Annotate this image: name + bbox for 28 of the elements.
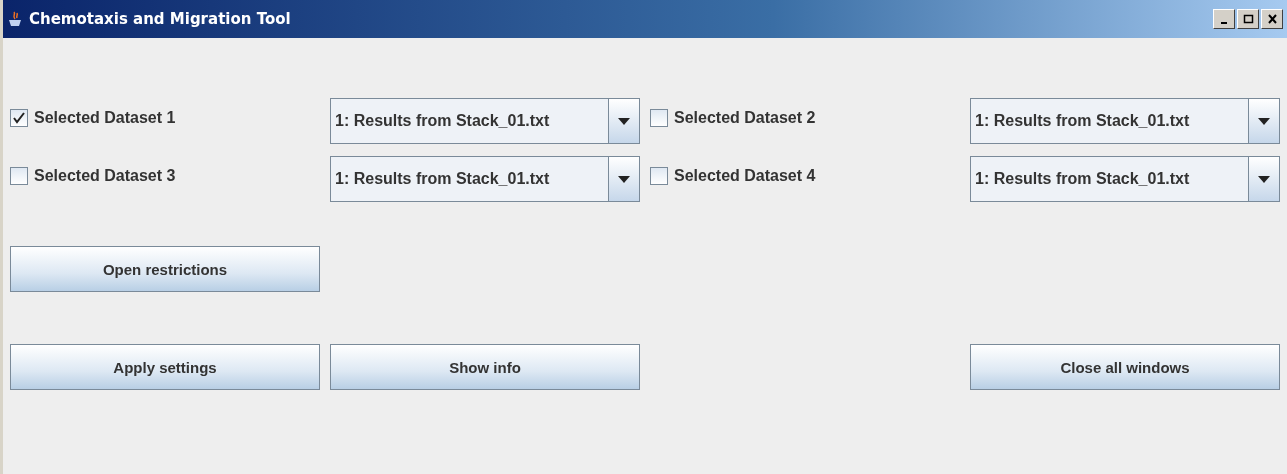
window-title: Chemotaxis and Migration Tool [29, 10, 292, 28]
open-restrictions-button[interactable]: Open restrictions [10, 246, 320, 292]
caret-icon [618, 175, 630, 183]
checkbox-label[interactable]: Selected Dataset 3 [34, 167, 176, 185]
dropdown[interactable]: 1: Results from Stack_01.txt [970, 98, 1280, 144]
dropdown[interactable]: 1: Results from Stack_01.txt [970, 156, 1280, 202]
maximize-icon [1242, 14, 1254, 24]
action-button[interactable]: Close all windows [970, 344, 1280, 390]
maximize-button[interactable] [1237, 9, 1259, 29]
dropdown[interactable]: 1: Results from Stack_01.txt [330, 98, 640, 144]
checkbox-label[interactable]: Selected Dataset 2 [674, 109, 816, 127]
checkbox-label[interactable]: Selected Dataset 1 [34, 109, 176, 127]
checkbox[interactable] [650, 167, 668, 185]
action-button[interactable]: Show info [330, 344, 640, 390]
caret-icon [1258, 117, 1270, 125]
checkbox[interactable] [10, 109, 28, 127]
checkbox-label[interactable]: Selected Dataset 4 [674, 167, 816, 185]
caret-icon [1258, 175, 1270, 183]
minimize-button[interactable] [1213, 9, 1235, 29]
dropdown[interactable]: 1: Results from Stack_01.txt [330, 156, 640, 202]
action-button[interactable]: Apply settings [10, 344, 320, 390]
close-button[interactable] [1261, 9, 1283, 29]
close-icon [1266, 14, 1278, 24]
caret-icon [618, 117, 630, 125]
checkbox[interactable] [10, 167, 28, 185]
minimize-icon [1220, 22, 1228, 24]
checkbox[interactable] [650, 109, 668, 127]
app-icon [7, 10, 23, 28]
